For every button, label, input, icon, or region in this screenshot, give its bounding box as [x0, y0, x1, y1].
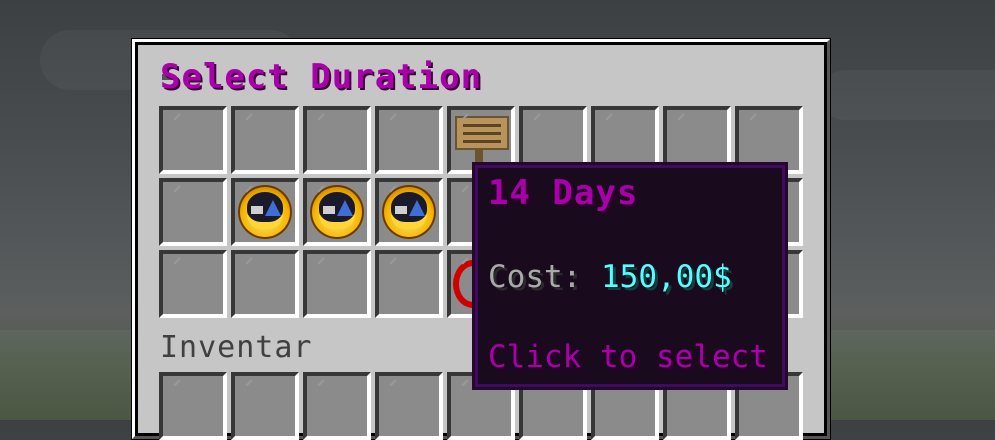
inventory-slot[interactable]: [375, 250, 443, 318]
tooltip-cost-label: Cost:: [488, 259, 582, 295]
inventory-slot[interactable]: [231, 372, 299, 440]
inventory-slot[interactable]: [375, 106, 443, 174]
inventory-slot[interactable]: [159, 372, 227, 440]
clock-icon: [310, 185, 364, 239]
inventory-slot[interactable]: [159, 250, 227, 318]
inventory-slot[interactable]: [375, 372, 443, 440]
inventory-label: Inventar: [160, 330, 313, 365]
inventory-slot[interactable]: [375, 178, 443, 246]
inventory-slot[interactable]: [159, 106, 227, 174]
inventory-slot[interactable]: [303, 372, 371, 440]
inventory-slot[interactable]: [303, 106, 371, 174]
inventory-slot[interactable]: [303, 178, 371, 246]
window-title: Select Duration: [160, 57, 483, 97]
clock-icon: [238, 185, 292, 239]
inventory-slot[interactable]: [231, 250, 299, 318]
item-tooltip: 14 Days Cost: 150,00$ Click to select: [472, 162, 788, 390]
tooltip-action: Click to select: [488, 339, 768, 375]
inventory-slot[interactable]: [231, 106, 299, 174]
background-cloud: [820, 70, 995, 120]
inventory-slot[interactable]: [231, 178, 299, 246]
tooltip-title: 14 Days: [488, 173, 639, 213]
sign-icon: [455, 116, 509, 150]
inventory-slot[interactable]: [303, 250, 371, 318]
clock-icon: [382, 185, 436, 239]
inventory-slot[interactable]: [159, 178, 227, 246]
tooltip-cost-value: 150,00$: [601, 259, 732, 295]
